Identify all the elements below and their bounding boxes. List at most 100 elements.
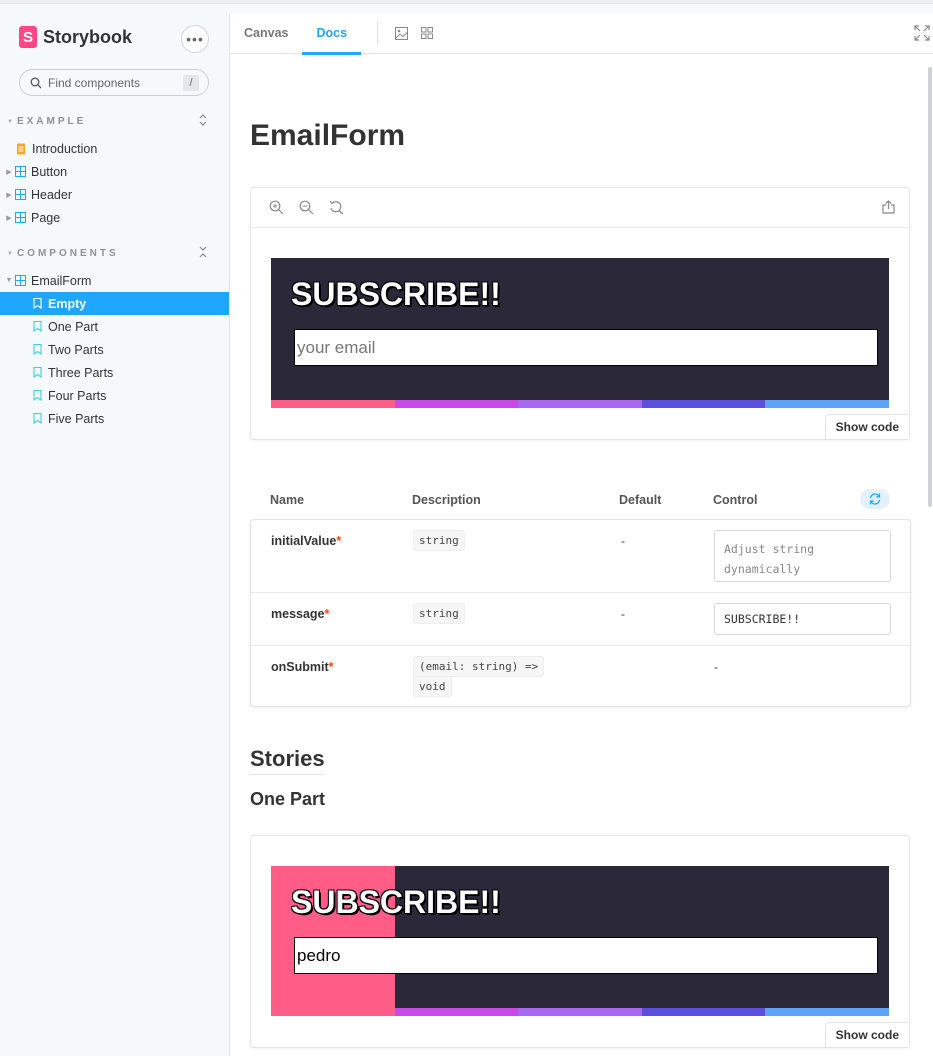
show-code-button[interactable]: Show code [824, 1022, 909, 1047]
arg-type: string [413, 603, 465, 624]
search-shortcut-key: / [183, 74, 199, 91]
scrollbar-thumb[interactable] [928, 67, 932, 507]
page-title: EmailForm [250, 119, 406, 152]
email-field[interactable] [294, 937, 878, 974]
arg-control-none: - [714, 660, 718, 674]
color-stripe [271, 400, 889, 408]
required-marker: * [328, 660, 334, 674]
arg-default: - [621, 534, 625, 548]
story-title-one-part: One Part [250, 789, 326, 809]
sidebar-story-four-parts[interactable]: Four Parts [0, 384, 229, 407]
bookmark-icon [31, 321, 43, 333]
table-row: message* string - SUBSCRIBE!! [251, 593, 910, 646]
triangle-down-icon: ▼ [7, 118, 13, 125]
background-image-icon[interactable] [390, 22, 412, 44]
story-heading: SUBSCRIBE!! [291, 276, 501, 312]
sidebar-item-label: Three Parts [48, 365, 114, 380]
refresh-icon [869, 493, 881, 505]
scrollbar[interactable] [927, 67, 933, 507]
toolbar-divider [377, 22, 379, 44]
email-field[interactable] [294, 329, 878, 366]
sidebar-item-label: Four Parts [48, 388, 107, 403]
emailform-story-one-part: SUBSCRIBE!! [271, 866, 889, 1016]
stripe-segment [518, 400, 642, 408]
sidebar-item-label: EmailForm [31, 273, 92, 288]
zoom-out-icon[interactable] [295, 197, 317, 219]
caret-right-icon: ▶ [6, 214, 12, 222]
search-box[interactable]: / [19, 69, 209, 96]
stripe-segment [641, 400, 766, 408]
bookmark-icon [31, 413, 43, 425]
sidebar-item-label: Page [31, 210, 61, 225]
required-marker: * [324, 607, 330, 621]
sidebar-story-empty[interactable]: Empty [0, 292, 229, 315]
caret-right-icon: ▶ [6, 191, 12, 199]
section-components-header[interactable]: ▼ COMPONENTS [7, 246, 215, 261]
zoom-in-icon[interactable] [265, 197, 287, 219]
tab-canvas[interactable]: Canvas [230, 13, 302, 54]
arg-type: (email: string) => [413, 656, 545, 677]
color-stripe [271, 1008, 889, 1016]
preview-toolbar: Canvas Docs [230, 13, 933, 55]
stripe-segment [641, 1008, 766, 1016]
caret-right-icon: ▶ [6, 168, 12, 176]
storybook-brand[interactable]: S Storybook [19, 26, 132, 48]
expand-collapse-icon[interactable] [198, 246, 208, 261]
story-preview-one-part: SUBSCRIBE!! Show code [250, 835, 910, 1048]
tab-docs[interactable]: Docs [302, 13, 361, 55]
sidebar-item-label: One Part [48, 319, 99, 334]
storybook-logo-icon: S [19, 26, 37, 48]
table-row: initialValue* string - [251, 520, 910, 593]
sidebar-story-five-parts[interactable]: Five Parts [0, 407, 229, 430]
sidebar-item-label: Empty [48, 296, 87, 311]
reset-controls-button[interactable] [860, 489, 890, 509]
sidebar-story-three-parts[interactable]: Three Parts [0, 361, 229, 384]
args-table: initialValue* string - message* string -… [250, 519, 911, 707]
grid-icon[interactable] [416, 22, 438, 44]
bookmark-icon [31, 390, 43, 402]
component-icon [14, 189, 26, 201]
sidebar-story-one-part[interactable]: One Part [0, 315, 229, 338]
preview-zoom-bar [251, 188, 909, 228]
section-title: COMPONENTS [16, 248, 119, 259]
table-row: onSubmit* (email: string) => void - [251, 646, 910, 706]
initial-value-control[interactable] [714, 530, 891, 582]
triangle-down-icon: ▼ [7, 250, 13, 257]
sidebar-item-label: Button [31, 164, 68, 179]
share-icon[interactable] [882, 200, 895, 219]
stripe-segment [394, 400, 519, 408]
fullscreen-icon[interactable] [914, 25, 930, 46]
caret-down-icon: ▼ [5, 277, 13, 284]
sidebar-menu-button[interactable]: ••• [181, 25, 209, 53]
sidebar-item-button[interactable]: ▶ Button [0, 160, 229, 183]
search-icon [30, 77, 42, 88]
arg-name: message* [271, 607, 330, 621]
arg-name: initialValue* [271, 534, 342, 548]
section-example-header[interactable]: ▼ EXAMPLE [7, 114, 215, 129]
sidebar-item-emailform[interactable]: ▼ EmailForm [0, 269, 229, 292]
reset-zoom-icon[interactable] [325, 197, 347, 219]
component-icon [14, 275, 26, 287]
story-heading: SUBSCRIBE!! [291, 884, 501, 920]
expand-collapse-icon[interactable] [198, 114, 208, 129]
sidebar-item-header[interactable]: ▶ Header [0, 183, 229, 206]
sidebar-story-two-parts[interactable]: Two Parts [0, 338, 229, 361]
stripe-segment [518, 1008, 642, 1016]
bookmark-icon [31, 344, 43, 356]
sidebar-item-label: Two Parts [48, 342, 104, 357]
message-control[interactable]: SUBSCRIBE!! [714, 603, 891, 635]
search-input[interactable] [48, 75, 173, 90]
bookmark-icon [31, 298, 43, 310]
component-icon [14, 166, 26, 178]
sidebar-item-page[interactable]: ▶ Page [0, 206, 229, 229]
arg-name: onSubmit* [271, 660, 334, 674]
stripe-segment [765, 400, 889, 408]
brand-name: Storybook [43, 26, 133, 47]
bookmark-icon [31, 367, 43, 379]
show-code-button[interactable]: Show code [824, 414, 909, 439]
sidebar-item-label: Introduction [32, 141, 98, 156]
arg-type: string [413, 530, 465, 551]
ellipsis-icon: ••• [186, 31, 204, 47]
stripe-segment [271, 1008, 395, 1016]
sidebar-item-introduction[interactable]: Introduction [0, 137, 229, 160]
